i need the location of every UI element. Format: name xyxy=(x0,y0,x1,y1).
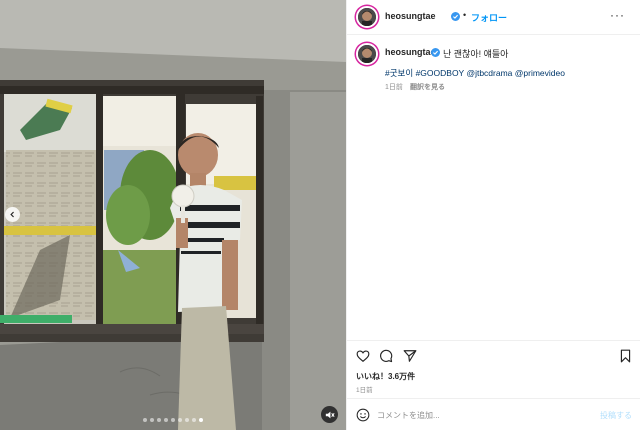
emoji-icon xyxy=(356,408,370,422)
post-actions xyxy=(347,340,640,369)
avatar-image xyxy=(358,45,376,63)
verified-badge-icon xyxy=(451,12,460,21)
comment-button[interactable] xyxy=(379,349,393,368)
caption-timestamp: 1日前 xyxy=(385,84,403,91)
carousel-dot xyxy=(143,418,147,422)
follow-button[interactable]: フォロー xyxy=(471,11,507,24)
carousel-indicator xyxy=(0,418,346,422)
more-options-button[interactable]: ··· xyxy=(610,8,625,22)
header-separator: • xyxy=(463,10,467,20)
carousel-dot xyxy=(171,418,175,422)
carousel-dot xyxy=(164,418,168,422)
share-button[interactable] xyxy=(403,349,417,368)
post-comment-button[interactable]: 投稿する xyxy=(600,410,632,421)
caption-text: 난 괜찮아! 얘들아 xyxy=(443,49,509,59)
carousel-dot xyxy=(192,418,196,422)
chevron-left-icon xyxy=(10,211,14,218)
post-media[interactable] xyxy=(0,0,346,430)
avatar-image xyxy=(358,8,376,26)
see-translation-link[interactable]: 翻訳を見る xyxy=(410,82,445,92)
caption-avatar[interactable] xyxy=(356,43,378,65)
like-button[interactable] xyxy=(356,349,370,368)
hashtag-link[interactable]: #굿보이 xyxy=(385,68,413,78)
verified-badge-icon xyxy=(431,48,440,57)
carousel-dot xyxy=(150,418,154,422)
comment-icon xyxy=(380,349,393,363)
mute-toggle-button[interactable] xyxy=(321,406,338,423)
post-detail-panel: heosungtae • フォロー ··· heosungtae 난 괜찮아! … xyxy=(346,0,640,430)
hashtag-link[interactable]: #GOODBOY xyxy=(416,68,465,78)
author-username[interactable]: heosungtae xyxy=(385,11,436,21)
carousel-dot xyxy=(157,418,161,422)
post-timestamp: 1日前 xyxy=(356,387,373,394)
caption-username[interactable]: heosungtae xyxy=(385,47,436,57)
emoji-button[interactable] xyxy=(356,408,370,427)
mention-link[interactable]: @jtbcdrama xyxy=(466,68,512,78)
comment-bar: 投稿する xyxy=(347,398,640,430)
carousel-dot xyxy=(178,418,182,422)
post-photo xyxy=(0,0,346,430)
bookmark-icon xyxy=(620,349,631,363)
muted-speaker-icon xyxy=(325,411,335,418)
carousel-dot xyxy=(199,418,203,422)
post-header: heosungtae • フォロー ··· xyxy=(347,0,640,35)
instagram-post-view: heosungtae • フォロー ··· heosungtae 난 괜찮아! … xyxy=(0,0,640,430)
heart-icon xyxy=(356,350,370,362)
comment-input[interactable] xyxy=(377,408,597,422)
carousel-dot xyxy=(185,418,189,422)
send-icon xyxy=(403,350,417,362)
likes-count[interactable]: いいね！3.6万件 xyxy=(356,371,415,382)
carousel-prev-button[interactable] xyxy=(5,207,20,222)
save-button[interactable] xyxy=(619,349,632,368)
mention-link[interactable]: @primevideo xyxy=(515,68,565,78)
author-avatar[interactable] xyxy=(356,6,378,28)
caption-tags: #굿보이 #GOODBOY @jtbcdrama @primevideo xyxy=(385,67,565,79)
